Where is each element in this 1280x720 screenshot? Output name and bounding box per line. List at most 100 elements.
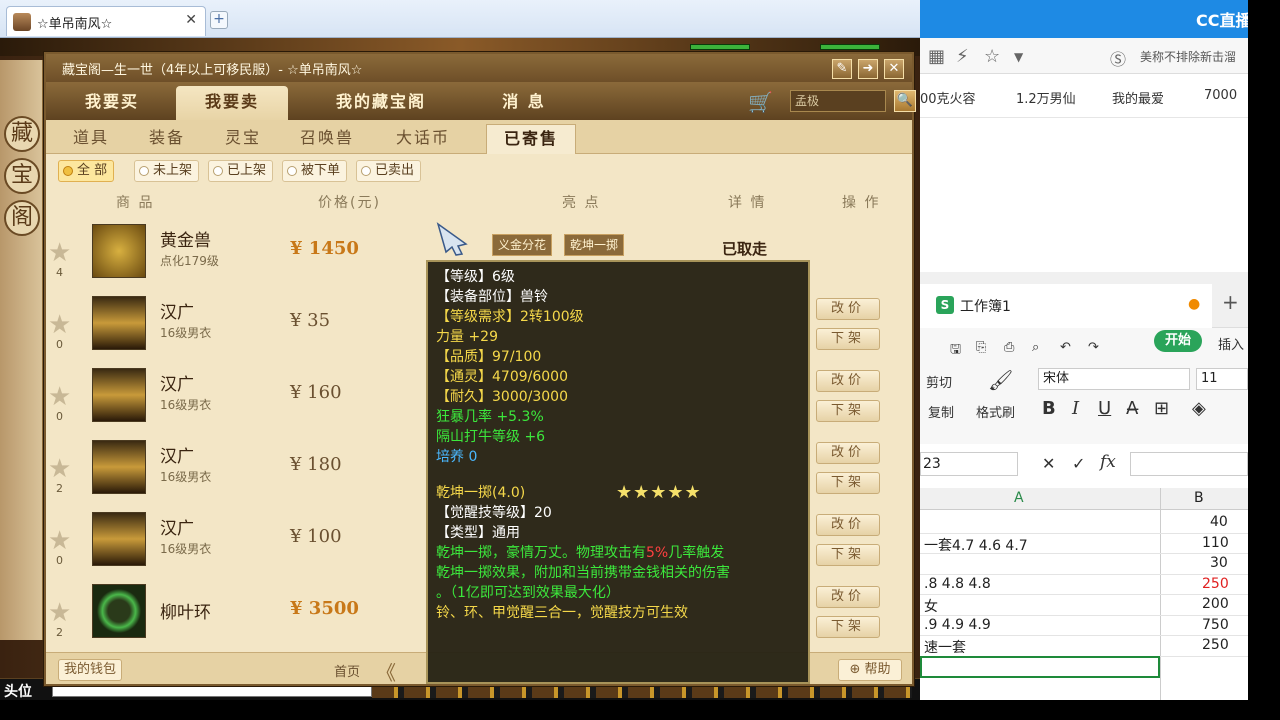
cell-b[interactable]: 30 bbox=[1210, 555, 1228, 571]
bookmark-item[interactable]: 1.2万男仙 bbox=[1016, 88, 1076, 107]
delist-button[interactable]: 下架 bbox=[816, 328, 880, 350]
change-price-button[interactable]: 改价 bbox=[816, 442, 880, 464]
export-icon[interactable]: ⎘ bbox=[976, 340, 986, 355]
change-price-button[interactable]: 改价 bbox=[816, 514, 880, 536]
cart-icon[interactable]: 🛒 bbox=[748, 90, 773, 114]
insert-tab[interactable]: 插入 bbox=[1218, 334, 1244, 353]
delist-button[interactable]: 下架 bbox=[816, 616, 880, 638]
cell-b[interactable]: 110 bbox=[1202, 535, 1229, 551]
search-button[interactable]: 🔍 bbox=[894, 90, 916, 112]
delist-button[interactable]: 下架 bbox=[816, 472, 880, 494]
cell-b[interactable]: 250 bbox=[1202, 637, 1229, 653]
filter-listed[interactable]: 已上架 bbox=[208, 160, 274, 182]
first-page-link[interactable]: 首页 bbox=[334, 661, 360, 680]
bookmark-item[interactable]: 7000 bbox=[1204, 88, 1237, 103]
filter-ordered[interactable]: 被下单 bbox=[282, 160, 348, 182]
cell-a[interactable]: .8 4.8 4.8 bbox=[924, 576, 991, 592]
wallet-button[interactable]: 我的钱包 bbox=[58, 659, 122, 681]
font-size-select[interactable]: 11 bbox=[1196, 368, 1248, 390]
save-icon[interactable]: 🖫 bbox=[950, 340, 961, 362]
name-box[interactable]: 23 bbox=[920, 452, 1018, 476]
favorite-star-icon[interactable]: ★ bbox=[48, 382, 71, 412]
cut-button[interactable]: 剪切 bbox=[926, 372, 952, 391]
format-brush-icon[interactable]: 🖌 bbox=[988, 368, 1013, 392]
tab-sell[interactable]: 我要卖 bbox=[176, 86, 288, 120]
cell-a[interactable]: 速一套 bbox=[924, 637, 966, 657]
favorite-star-icon[interactable]: ★ bbox=[48, 310, 71, 340]
confirm-icon[interactable]: ✓ bbox=[1072, 454, 1085, 473]
subtab-summons[interactable]: 召唤兽 bbox=[282, 124, 372, 154]
cell-b[interactable]: 250 bbox=[1202, 576, 1229, 592]
lightning-icon[interactable]: ⚡ bbox=[956, 46, 969, 67]
bold-icon[interactable]: B bbox=[1042, 398, 1056, 419]
undo-icon[interactable]: ↶ bbox=[1060, 340, 1071, 355]
cell-b[interactable]: 750 bbox=[1202, 617, 1229, 633]
close-window-button[interactable]: ✕ bbox=[884, 59, 904, 79]
cell-a[interactable]: .9 4.9 4.9 bbox=[924, 617, 991, 633]
change-price-button[interactable]: 改价 bbox=[816, 586, 880, 608]
cell-a[interactable]: 一套4.7 4.6 4.7 bbox=[924, 535, 1028, 555]
bookmark-item[interactable]: 00克火容 bbox=[920, 88, 976, 107]
favorite-star-icon[interactable]: ★ bbox=[48, 598, 71, 628]
border-icon[interactable]: ⊞ bbox=[1154, 398, 1169, 419]
apps-icon[interactable]: ▦ bbox=[928, 46, 945, 67]
col-a-header[interactable]: A bbox=[1014, 490, 1024, 506]
screen: { "browser": { "tab_title": "☆单吊南风☆", "c… bbox=[0, 0, 1280, 720]
new-tab-button[interactable]: + bbox=[210, 11, 228, 29]
tab-my-cangbaoge[interactable]: 我的藏宝阁 bbox=[306, 86, 456, 120]
change-price-button[interactable]: 改价 bbox=[816, 298, 880, 320]
grid-line bbox=[920, 615, 1248, 616]
item-name: 汉广 bbox=[160, 375, 194, 395]
tab-close-icon[interactable]: ✕ bbox=[185, 12, 197, 28]
chevron-down-icon[interactable]: ▼ bbox=[1014, 50, 1023, 64]
sheet-tab[interactable]: S 工作簿1 ● bbox=[920, 284, 1212, 328]
favorite-star-icon[interactable]: ★ bbox=[48, 526, 71, 556]
filter-sold[interactable]: 已卖出 bbox=[356, 160, 422, 182]
bookmarks-bar: 00克火容 1.2万男仙 我的最爱 7000 bbox=[920, 74, 1248, 118]
tab-messages[interactable]: 消 息 bbox=[474, 86, 574, 120]
delist-button[interactable]: 下架 bbox=[816, 400, 880, 422]
cancel-icon[interactable]: ✕ bbox=[1042, 454, 1055, 473]
sogou-icon[interactable]: Ⓢ bbox=[1110, 46, 1126, 70]
prev-page-icon[interactable]: 《 bbox=[376, 657, 396, 686]
formula-bar[interactable] bbox=[1130, 452, 1248, 476]
popout-button[interactable]: ➜ bbox=[858, 59, 878, 79]
edit-window-button[interactable]: ✎ bbox=[832, 59, 852, 79]
underline-icon[interactable]: U bbox=[1098, 398, 1111, 419]
browser-tab[interactable]: ☆单吊南风☆ ✕ bbox=[6, 6, 206, 36]
tab-buy[interactable]: 我要买 bbox=[62, 86, 162, 120]
cell-b[interactable]: 200 bbox=[1202, 596, 1229, 612]
preview-icon[interactable]: ⌕ bbox=[1032, 340, 1039, 355]
search-input[interactable]: 孟极 bbox=[790, 90, 886, 112]
change-price-button[interactable]: 改价 bbox=[816, 370, 880, 392]
fx-icon[interactable]: fx bbox=[1100, 452, 1116, 472]
col-b-header[interactable]: B bbox=[1194, 490, 1204, 506]
favorite-star-icon[interactable]: ★ bbox=[48, 238, 71, 268]
filter-all[interactable]: 全 部 bbox=[58, 160, 115, 182]
cell-a[interactable]: 女 bbox=[924, 596, 938, 616]
redo-icon[interactable]: ↷ bbox=[1088, 340, 1099, 355]
subtab-consigned[interactable]: 已寄售 bbox=[486, 124, 576, 154]
italic-icon[interactable]: I bbox=[1072, 398, 1079, 419]
copy-button[interactable]: 复制 bbox=[928, 402, 954, 421]
subtab-lingbao[interactable]: 灵宝 bbox=[198, 124, 288, 154]
filter-unlisted[interactable]: 未上架 bbox=[134, 160, 200, 182]
format-brush-label[interactable]: 格式刷 bbox=[976, 402, 1015, 421]
item-price: ¥ 160 bbox=[290, 382, 342, 403]
font-select[interactable]: 宋体 bbox=[1038, 368, 1190, 390]
favorite-star-icon[interactable]: ★ bbox=[48, 454, 71, 484]
cell-b[interactable]: 40 bbox=[1210, 514, 1228, 530]
bookmark-item[interactable]: 我的最爱 bbox=[1112, 88, 1164, 107]
strikethrough-icon[interactable]: A̶ bbox=[1126, 398, 1138, 419]
start-tab[interactable]: 开始 bbox=[1154, 330, 1202, 352]
fill-icon[interactable]: ◈ bbox=[1192, 398, 1206, 419]
search-hint[interactable]: 美称不排除新击溜 bbox=[1140, 48, 1236, 65]
selected-cell[interactable] bbox=[920, 656, 1160, 678]
help-button[interactable]: ⊕ 帮助 bbox=[838, 659, 902, 681]
add-sheet-button[interactable]: + bbox=[1222, 290, 1239, 314]
delist-button[interactable]: 下架 bbox=[816, 544, 880, 566]
subtab-currency[interactable]: 大话币 bbox=[378, 124, 468, 154]
item-sub: 16级男衣 bbox=[160, 398, 212, 412]
star-icon[interactable]: ☆ bbox=[984, 46, 1000, 67]
print-icon[interactable]: ⎙ bbox=[1004, 340, 1014, 355]
